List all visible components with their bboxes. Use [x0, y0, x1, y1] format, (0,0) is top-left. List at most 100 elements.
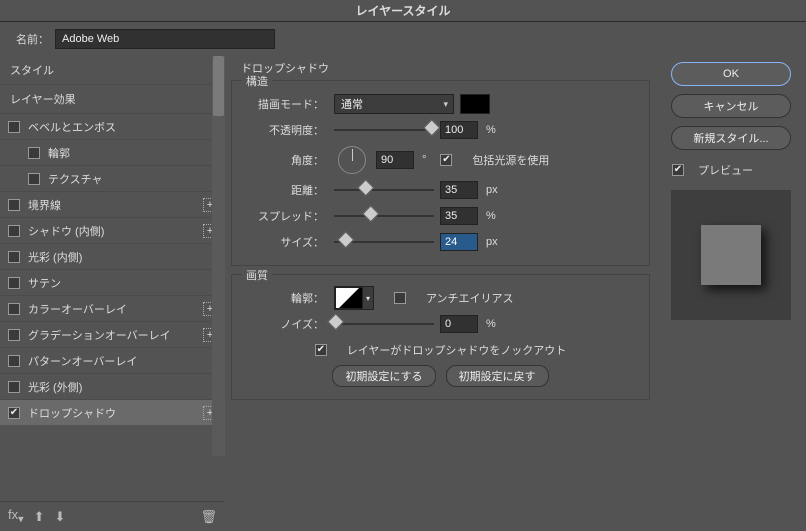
noise-input[interactable] — [440, 315, 478, 333]
style-item-bevel[interactable]: ベベルとエンボス — [0, 113, 225, 139]
checkbox-icon[interactable] — [8, 277, 20, 289]
style-item-outer-glow[interactable]: 光彩 (外側) — [0, 373, 225, 399]
angle-dial[interactable] — [338, 146, 366, 174]
distance-input[interactable] — [440, 181, 478, 199]
action-panel: OK キャンセル 新規スタイル... プレビュー — [656, 56, 806, 531]
opacity-input[interactable] — [440, 121, 478, 139]
layer-effects-header[interactable]: レイヤー効果 — [0, 84, 225, 113]
style-item-stroke[interactable]: 境界線 + — [0, 191, 225, 217]
styles-panel: スタイル レイヤー効果 ベベルとエンボス 輪郭 テクスチャ 境界線 + シ — [0, 56, 225, 531]
style-item-contour[interactable]: 輪郭 — [0, 139, 225, 165]
chevron-down-icon[interactable]: ▾ — [363, 287, 373, 309]
panel-title: ドロップシャドウ — [231, 56, 650, 80]
styles-header[interactable]: スタイル — [0, 56, 225, 84]
knockout-label: レイヤーがドロップシャドウをノックアウト — [347, 342, 566, 358]
style-item-label: カラーオーバーレイ — [28, 301, 203, 317]
new-style-button[interactable]: 新規スタイル... — [671, 126, 791, 150]
checkbox-icon[interactable] — [8, 121, 20, 133]
style-item-gradient-overlay[interactable]: グラデーションオーバーレイ + — [0, 321, 225, 347]
scrollbar-thumb[interactable] — [213, 56, 224, 116]
contour-thumbnail — [335, 287, 363, 309]
checkbox-icon[interactable] — [8, 381, 20, 393]
opacity-slider[interactable] — [334, 122, 434, 138]
size-input[interactable] — [440, 233, 478, 251]
move-down-icon[interactable]: ⬇ — [54, 509, 65, 525]
preview-label: プレビュー — [698, 162, 753, 178]
fx-icon[interactable]: fx▾ — [8, 507, 24, 526]
unit-percent: % — [486, 210, 496, 222]
style-item-pattern-overlay[interactable]: パターンオーバーレイ — [0, 347, 225, 373]
name-row: 名前： — [0, 22, 806, 56]
style-item-label: ベベルとエンボス — [28, 119, 217, 135]
style-item-label: サテン — [28, 275, 217, 291]
style-item-inner-shadow[interactable]: シャドウ (内側) + — [0, 217, 225, 243]
style-item-label: ドロップシャドウ — [28, 405, 203, 421]
global-light-checkbox[interactable] — [440, 154, 452, 166]
checkbox-icon[interactable] — [8, 303, 20, 315]
trash-icon[interactable]: 🗑 — [200, 509, 217, 525]
name-input[interactable] — [55, 29, 275, 49]
settings-panel: ドロップシャドウ 構造 描画モード： 通常 不透明度： % 角度： ° 包括光源 — [225, 56, 656, 531]
style-item-label: 境界線 — [28, 197, 203, 213]
unit-percent: % — [486, 124, 496, 136]
size-slider[interactable] — [334, 234, 434, 250]
preview-checkbox[interactable] — [672, 164, 684, 176]
reset-default-button[interactable]: 初期設定に戻す — [446, 365, 549, 387]
checkbox-icon[interactable] — [8, 251, 20, 263]
structure-group: 構造 描画モード： 通常 不透明度： % 角度： ° 包括光源を使用 — [231, 80, 650, 266]
checkbox-icon[interactable] — [8, 329, 20, 341]
style-item-label: テクスチャ — [48, 171, 217, 187]
distance-slider[interactable] — [334, 182, 434, 198]
noise-slider[interactable] — [334, 316, 434, 332]
spread-slider[interactable] — [334, 208, 434, 224]
unit-percent: % — [486, 318, 496, 330]
quality-group: 画質 輪郭： ▾ アンチエイリアス ノイズ： % レイヤーがドロップシャドウをノ… — [231, 274, 650, 400]
ok-button[interactable]: OK — [671, 62, 791, 86]
checkbox-icon[interactable] — [8, 407, 20, 419]
checkbox-icon[interactable] — [28, 147, 40, 159]
style-item-label: 光彩 (外側) — [28, 379, 217, 395]
quality-legend: 画質 — [242, 267, 272, 283]
checkbox-icon[interactable] — [8, 199, 20, 211]
scrollbar[interactable] — [212, 56, 225, 456]
preview-swatch — [701, 225, 761, 285]
opacity-label: 不透明度： — [248, 122, 324, 138]
spread-label: スプレッド： — [248, 208, 324, 224]
checkbox-icon[interactable] — [28, 173, 40, 185]
style-item-label: 輪郭 — [48, 145, 217, 161]
antialias-checkbox[interactable] — [394, 292, 406, 304]
antialias-label: アンチエイリアス — [426, 290, 514, 306]
preview-box — [671, 190, 791, 320]
unit-degree: ° — [422, 154, 426, 166]
shadow-color-swatch[interactable] — [460, 94, 490, 114]
style-item-drop-shadow[interactable]: ドロップシャドウ + — [0, 399, 225, 425]
angle-input[interactable] — [376, 151, 414, 169]
structure-legend: 構造 — [242, 73, 272, 89]
style-item-inner-glow[interactable]: 光彩 (内側) — [0, 243, 225, 269]
cancel-button[interactable]: キャンセル — [671, 94, 791, 118]
knockout-checkbox[interactable] — [315, 344, 327, 356]
move-up-icon[interactable]: ⬆ — [34, 509, 45, 525]
size-label: サイズ： — [248, 234, 324, 250]
style-item-label: シャドウ (内側) — [28, 223, 203, 239]
checkbox-icon[interactable] — [8, 225, 20, 237]
style-item-label: パターンオーバーレイ — [28, 353, 217, 369]
noise-label: ノイズ： — [248, 316, 324, 332]
unit-px: px — [486, 236, 498, 248]
global-light-label: 包括光源を使用 — [472, 152, 549, 168]
style-item-satin[interactable]: サテン — [0, 269, 225, 295]
style-item-texture[interactable]: テクスチャ — [0, 165, 225, 191]
distance-label: 距離： — [248, 182, 324, 198]
style-item-label: 光彩 (内側) — [28, 249, 217, 265]
contour-picker[interactable]: ▾ — [334, 286, 374, 310]
make-default-button[interactable]: 初期設定にする — [332, 365, 435, 387]
contour-label: 輪郭： — [248, 290, 324, 306]
dialog-title: レイヤースタイル — [0, 0, 806, 22]
blend-mode-label: 描画モード： — [248, 96, 324, 112]
style-item-color-overlay[interactable]: カラーオーバーレイ + — [0, 295, 225, 321]
style-item-label: グラデーションオーバーレイ — [28, 327, 203, 343]
spread-input[interactable] — [440, 207, 478, 225]
checkbox-icon[interactable] — [8, 355, 20, 367]
name-label: 名前： — [16, 31, 49, 47]
blend-mode-select[interactable]: 通常 — [334, 94, 454, 114]
